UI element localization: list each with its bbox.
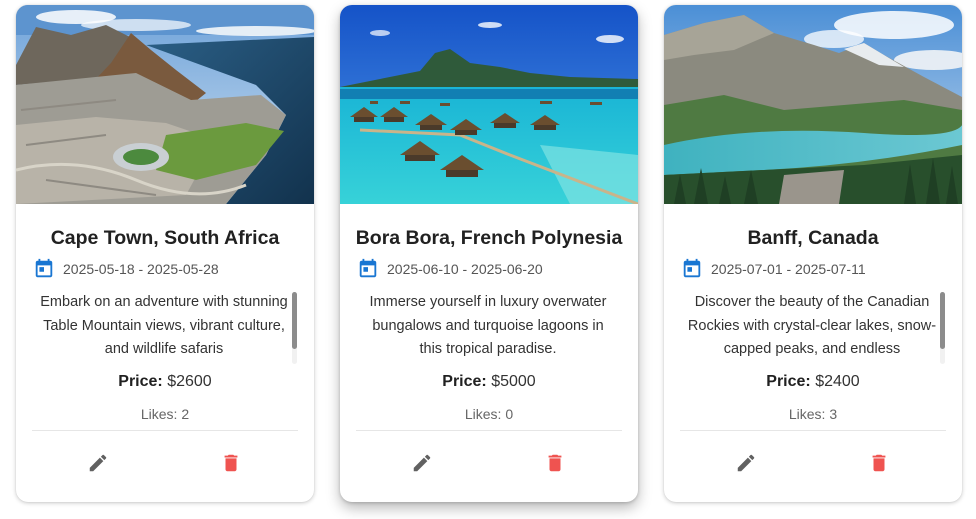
trip-description: Embark on an adventure with stunning Tab… — [40, 294, 288, 357]
trip-likes: Likes: 0 — [464, 406, 514, 422]
trip-price: Price: $2400 — [664, 373, 962, 391]
trip-date-range: 2025-06-10 - 2025-06-20 — [387, 261, 543, 277]
price-value: $2600 — [167, 373, 212, 390]
trip-price: Price: $5000 — [340, 373, 638, 391]
trip-card: Bora Bora, French Polynesia 2025-06-10 -… — [340, 5, 638, 502]
calendar-icon — [683, 258, 701, 278]
card-divider — [356, 430, 622, 431]
trip-likes: Likes: 2 — [140, 406, 190, 422]
delete-button[interactable] — [214, 446, 248, 480]
price-label: Price: — [766, 373, 811, 390]
price-label: Price: — [118, 373, 163, 390]
trip-card-grid: Cape Town, South Africa 2025-05-18 - 202… — [0, 0, 976, 519]
trip-description-scroll[interactable]: Immerse yourself in luxury overwater bun… — [360, 291, 622, 363]
trash-icon — [872, 454, 886, 472]
trip-dates: 2025-05-18 - 2025-05-28 — [33, 257, 219, 281]
edit-button[interactable] — [405, 446, 439, 480]
pencil-icon — [737, 454, 755, 472]
calendar-icon — [35, 258, 53, 278]
price-value: $5000 — [491, 373, 536, 390]
price-label: Price: — [442, 373, 487, 390]
trip-title: Cape Town, South Africa — [50, 227, 280, 249]
pencil-icon — [413, 454, 431, 472]
delete-button[interactable] — [538, 446, 572, 480]
trash-icon — [548, 454, 562, 472]
trip-dates: 2025-06-10 - 2025-06-20 — [357, 257, 543, 281]
trip-date-range: 2025-05-18 - 2025-05-28 — [63, 261, 219, 277]
trip-price: Price: $2600 — [16, 373, 314, 391]
trip-description-scroll[interactable]: Discover the beauty of the Canadian Rock… — [684, 291, 946, 363]
trip-photo-banff — [664, 5, 962, 204]
trip-card: Cape Town, South Africa 2025-05-18 - 202… — [16, 5, 314, 502]
trip-card: Banff, Canada 2025-07-01 - 2025-07-11 Di… — [664, 5, 962, 502]
delete-button[interactable] — [862, 446, 896, 480]
trip-dates: 2025-07-01 - 2025-07-11 — [681, 257, 866, 281]
trip-description: Immerse yourself in luxury overwater bun… — [369, 294, 607, 357]
trip-title: Bora Bora, French Polynesia — [355, 227, 623, 249]
price-value: $2400 — [815, 373, 860, 390]
description-scrollbar[interactable] — [940, 292, 945, 364]
scrollbar-thumb[interactable] — [292, 292, 297, 349]
trip-description-scroll[interactable]: Embark on an adventure with stunning Tab… — [36, 291, 298, 363]
card-divider — [32, 430, 298, 431]
description-scrollbar[interactable] — [292, 292, 297, 364]
trip-photo-cape-town — [16, 5, 314, 204]
trip-likes: Likes: 3 — [788, 406, 838, 422]
scrollbar-thumb[interactable] — [940, 292, 945, 349]
trip-title: Banff, Canada — [747, 227, 879, 249]
trip-photo-bora-bora — [340, 5, 638, 204]
card-divider — [680, 430, 946, 431]
trash-icon — [224, 454, 238, 472]
trip-date-range: 2025-07-01 - 2025-07-11 — [711, 261, 866, 277]
calendar-icon — [359, 258, 377, 278]
trip-description: Discover the beauty of the Canadian Rock… — [687, 294, 937, 357]
edit-button[interactable] — [729, 446, 763, 480]
pencil-icon — [89, 454, 107, 472]
edit-button[interactable] — [81, 446, 115, 480]
